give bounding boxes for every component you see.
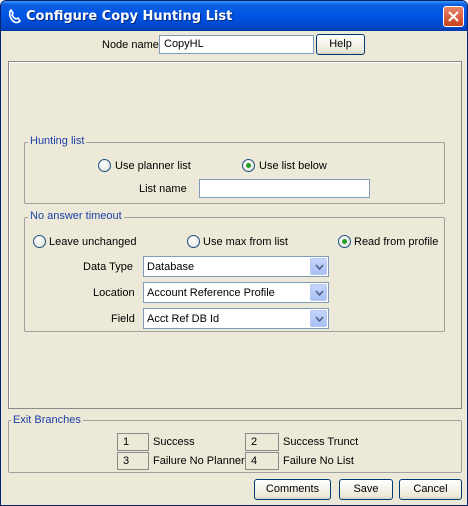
exit-branch-number: 3 xyxy=(117,452,149,470)
data-type-label: Data Type xyxy=(83,261,133,273)
use-planner-list-label: Use planner list xyxy=(115,160,191,172)
leave-unchanged-radio[interactable] xyxy=(33,235,46,248)
no-answer-timeout-legend: No answer timeout xyxy=(28,210,124,222)
location-label: Location xyxy=(93,287,135,299)
exit-branch-label: Success Trunct xyxy=(283,436,359,448)
list-name-label: List name xyxy=(139,183,187,195)
field-combo[interactable]: Acct Ref DB Id xyxy=(143,308,329,329)
data-type-value: Database xyxy=(147,261,195,273)
window-title: Configure Copy Hunting List xyxy=(26,9,233,24)
dropdown-arrow-icon[interactable] xyxy=(310,310,327,327)
hunting-list-legend: Hunting list xyxy=(28,135,87,147)
close-button[interactable] xyxy=(443,6,464,27)
node-name-label: Node name xyxy=(102,39,159,51)
save-button[interactable]: Save xyxy=(339,479,393,500)
node-name-field[interactable]: CopyHL xyxy=(159,35,314,54)
dropdown-arrow-icon[interactable] xyxy=(310,258,327,275)
exit-branch-number: 4 xyxy=(245,452,279,470)
hunting-list-group: Hunting list Use planner list Use list b… xyxy=(24,135,445,204)
exit-branch-label: Failure No List xyxy=(283,455,354,467)
use-planner-list-radio[interactable] xyxy=(98,159,111,172)
field-value: Acct Ref DB Id xyxy=(147,313,220,325)
phone-handset-icon xyxy=(7,8,23,24)
exit-branch-label: Success xyxy=(153,436,195,448)
location-combo[interactable]: Account Reference Profile xyxy=(143,282,329,303)
configure-dialog: Configure Copy Hunting List Node name Co… xyxy=(0,0,468,506)
use-max-from-list-label: Use max from list xyxy=(203,236,288,248)
data-type-combo[interactable]: Database xyxy=(143,256,329,277)
no-answer-timeout-group: No answer timeout Leave unchanged Use ma… xyxy=(24,210,445,332)
title-bar: Configure Copy Hunting List xyxy=(1,1,467,31)
list-name-field[interactable] xyxy=(199,179,370,198)
exit-branch-label: Failure No Planner xyxy=(153,455,245,467)
exit-branch-number: 1 xyxy=(117,433,149,451)
cancel-button[interactable]: Cancel xyxy=(399,479,462,500)
leave-unchanged-label: Leave unchanged xyxy=(49,236,137,248)
read-from-profile-label: Read from profile xyxy=(354,236,439,248)
use-list-below-radio[interactable] xyxy=(242,159,255,172)
help-button[interactable]: Help xyxy=(316,34,365,55)
dropdown-arrow-icon[interactable] xyxy=(310,284,327,301)
use-list-below-label: Use list below xyxy=(259,160,327,172)
field-label: Field xyxy=(111,313,135,325)
close-icon xyxy=(448,11,459,22)
use-max-from-list-radio[interactable] xyxy=(187,235,200,248)
comments-button[interactable]: Comments xyxy=(254,479,331,500)
main-panel: Hunting list Use planner list Use list b… xyxy=(8,61,462,409)
exit-branch-number: 2 xyxy=(245,433,279,451)
exit-branches-legend: Exit Branches xyxy=(11,414,83,426)
exit-branches-group: Exit Branches 1 Success 2 Success Trunct… xyxy=(8,414,462,473)
location-value: Account Reference Profile xyxy=(147,287,275,299)
read-from-profile-radio[interactable] xyxy=(338,235,351,248)
